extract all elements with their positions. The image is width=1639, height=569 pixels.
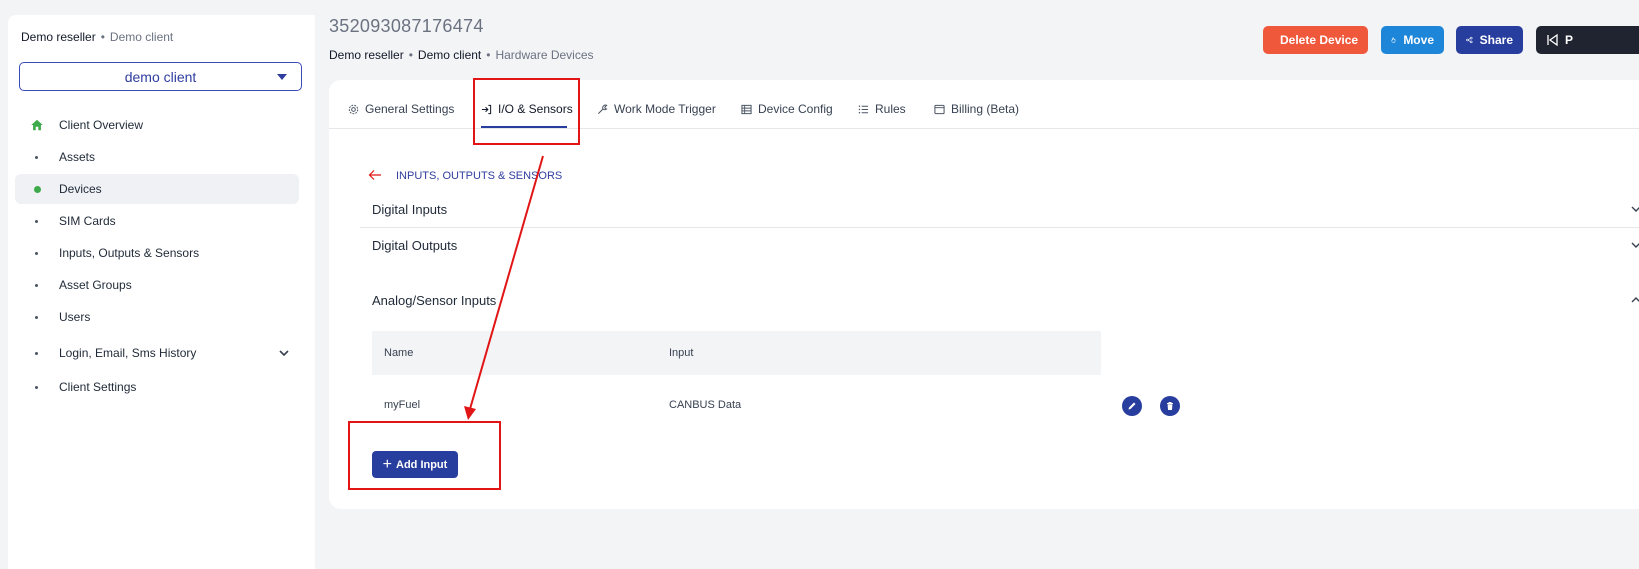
annotation-box-tab bbox=[473, 78, 580, 145]
sidebar-item-label: SIM Cards bbox=[59, 214, 116, 228]
sidebar-item-label: Assets bbox=[59, 150, 96, 164]
page-title: 352093087176474 bbox=[329, 16, 484, 36]
bullet-icon bbox=[35, 315, 38, 319]
sidebar-item-label: Devices bbox=[59, 182, 102, 196]
tab-billing[interactable]: Billing (Beta) bbox=[934, 102, 1019, 116]
sidebar-item-label: Client Settings bbox=[59, 380, 137, 394]
breadcrumb-client[interactable]: Demo client bbox=[110, 30, 173, 44]
sidebar-item-assets[interactable]: Assets bbox=[15, 142, 299, 172]
sidebar-item-users[interactable]: Users bbox=[15, 302, 299, 332]
share-button[interactable]: Share bbox=[1456, 26, 1523, 54]
sidebar: Demo reseller • Demo client demo client Cl… bbox=[8, 15, 315, 569]
breadcrumb-separator: • bbox=[486, 48, 491, 62]
tab-label: Billing (Beta) bbox=[951, 102, 1020, 116]
wrench-icon bbox=[598, 104, 608, 114]
column-header-input: Input bbox=[669, 347, 694, 359]
move-button[interactable]: Move bbox=[1381, 26, 1444, 54]
tab-device-config[interactable]: Device Config bbox=[741, 102, 833, 116]
share-icon bbox=[1466, 36, 1473, 44]
active-dot-icon bbox=[34, 185, 41, 193]
extra-action-button[interactable]: P bbox=[1536, 26, 1639, 54]
tab-label: General Settings bbox=[365, 102, 455, 116]
breadcrumb-client[interactable]: Demo client bbox=[418, 48, 481, 62]
tab-general-settings[interactable]: General Settings bbox=[348, 102, 454, 116]
chevron-up-icon bbox=[1631, 297, 1639, 303]
calendar-icon bbox=[934, 104, 945, 114]
tab-label: Rules bbox=[875, 102, 906, 116]
client-select-value: demo client bbox=[124, 68, 197, 85]
bullet-icon bbox=[35, 385, 38, 389]
accordion-title: Analog/Sensor Inputs bbox=[372, 293, 497, 308]
breadcrumb-reseller[interactable]: Demo reseller bbox=[329, 48, 404, 62]
back-arrow-icon[interactable] bbox=[368, 168, 382, 182]
gear-icon bbox=[348, 104, 359, 114]
section-title: INPUTS, OUTPUTS & SENSORS bbox=[396, 170, 563, 182]
sidebar-item-devices[interactable]: Devices bbox=[15, 174, 299, 204]
annotation-box-add-input bbox=[348, 421, 501, 490]
chevron-down-icon bbox=[1631, 206, 1639, 212]
sidebar-breadcrumb: Demo reseller • Demo client bbox=[21, 30, 173, 44]
tab-work-mode-trigger[interactable]: Work Mode Trigger bbox=[597, 102, 716, 116]
skip-back-icon bbox=[1547, 34, 1558, 46]
sidebar-item-login-history[interactable]: Login, Email, Sms History bbox=[15, 338, 299, 368]
list-icon bbox=[858, 105, 869, 113]
sidebar-item-label: Client Overview bbox=[59, 118, 144, 132]
tab-rules[interactable]: Rules bbox=[858, 102, 906, 116]
delete-device-button[interactable]: Delete Device bbox=[1263, 26, 1368, 54]
sidebar-item-label: Asset Groups bbox=[59, 278, 132, 292]
tab-label: Work Mode Trigger bbox=[614, 102, 716, 116]
bullet-icon bbox=[35, 251, 38, 255]
breadcrumb-reseller[interactable]: Demo reseller bbox=[21, 30, 96, 44]
accordion-title: Digital Outputs bbox=[372, 238, 458, 253]
sidebar-item-client-overview[interactable]: Client Overview bbox=[15, 110, 299, 140]
bullet-icon bbox=[35, 155, 38, 159]
table-icon bbox=[741, 104, 752, 114]
bullet-icon bbox=[35, 351, 38, 355]
accordion-title: Digital Inputs bbox=[372, 202, 448, 217]
move-label: Move bbox=[1403, 33, 1434, 47]
client-select[interactable]: demo client bbox=[19, 62, 302, 91]
column-header-name: Name bbox=[384, 347, 414, 359]
bullet-icon bbox=[35, 283, 38, 287]
sidebar-item-label: Login, Email, Sms History bbox=[59, 346, 197, 360]
cell-input: CANBUS Data bbox=[669, 399, 742, 411]
bullet-icon bbox=[35, 219, 38, 223]
hand-pointer-icon bbox=[1391, 37, 1396, 43]
share-label: Share bbox=[1479, 33, 1513, 47]
cell-name: myFuel bbox=[384, 399, 421, 411]
breadcrumb: Demo reseller • Demo client • Hardware Devic… bbox=[329, 48, 594, 62]
tab-label: Device Config bbox=[758, 102, 833, 116]
sidebar-item-label: Inputs, Outputs & Sensors bbox=[59, 246, 200, 260]
home-icon bbox=[31, 119, 43, 131]
table-header: Name Input bbox=[372, 331, 1101, 375]
sidebar-item-sim-cards[interactable]: SIM Cards bbox=[15, 206, 299, 236]
trash-icon bbox=[1167, 402, 1173, 410]
chevron-down-icon bbox=[1631, 242, 1639, 248]
sidebar-item-client-settings[interactable]: Client Settings bbox=[15, 372, 299, 402]
sidebar-item-label: Users bbox=[59, 310, 91, 324]
delete-row-button[interactable] bbox=[1160, 396, 1180, 416]
extra-action-label: P bbox=[1565, 33, 1574, 47]
pencil-icon bbox=[1128, 402, 1136, 410]
chevron-down-icon[interactable] bbox=[278, 347, 290, 359]
edit-button[interactable] bbox=[1122, 396, 1142, 416]
sidebar-item-inputs-outputs-sensors[interactable]: Inputs, Outputs & Sensors bbox=[15, 238, 299, 268]
sidebar-item-asset-groups[interactable]: Asset Groups bbox=[15, 270, 299, 300]
caret-down-icon bbox=[277, 74, 287, 80]
breadcrumb-separator: • bbox=[408, 48, 413, 62]
delete-device-label: Delete Device bbox=[1280, 33, 1359, 47]
breadcrumb-separator: • bbox=[100, 30, 105, 44]
divider bbox=[360, 227, 1639, 228]
breadcrumb-current: Hardware Devices bbox=[495, 48, 594, 62]
